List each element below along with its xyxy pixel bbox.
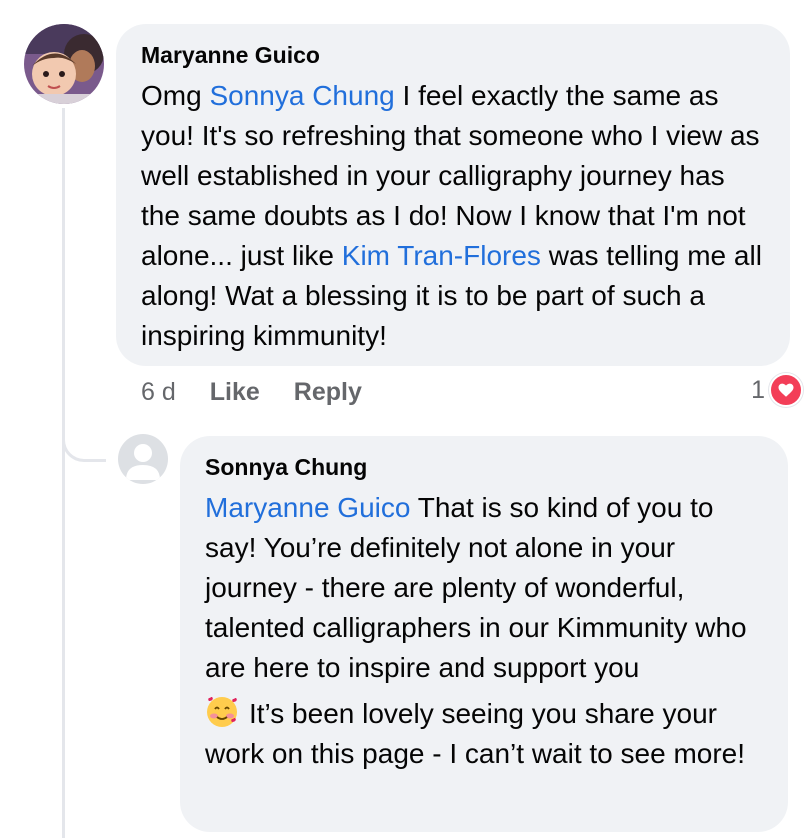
comment-text: Omg Sonnya Chung I feel exactly the same… xyxy=(141,76,765,356)
reply-bubble: Sonnya Chung Maryanne Guico That is so k… xyxy=(180,436,788,832)
thread-line xyxy=(62,108,65,838)
avatar[interactable] xyxy=(118,434,168,484)
comment-bubble: Maryanne Guico Omg Sonnya Chung I feel e… xyxy=(116,24,790,366)
comment-actions: 6 d Like Reply xyxy=(141,372,396,412)
reaction-summary[interactable]: 1 xyxy=(751,372,803,408)
heart-icon xyxy=(769,373,803,407)
reply-text: Maryanne Guico That is so kind of you to… xyxy=(205,488,763,688)
reply-author[interactable]: Sonnya Chung xyxy=(205,452,763,482)
mention-link[interactable]: Kim Tran-Flores xyxy=(342,240,541,271)
smiling-face-with-hearts-icon xyxy=(205,695,239,729)
avatar[interactable] xyxy=(24,24,104,104)
comment-text-segment: Omg xyxy=(141,80,210,111)
comment-timestamp[interactable]: 6 d xyxy=(141,378,176,407)
reply-connector xyxy=(62,410,106,462)
comment-author[interactable]: Maryanne Guico xyxy=(141,40,765,70)
reply-text-segment: It’s been lovely seeing you share your w… xyxy=(205,698,746,769)
mention-link[interactable]: Sonnya Chung xyxy=(209,80,394,111)
mention-link[interactable]: Maryanne Guico xyxy=(205,492,410,523)
reply-button[interactable]: Reply xyxy=(294,378,362,407)
like-button[interactable]: Like xyxy=(210,378,260,407)
reaction-count: 1 xyxy=(751,375,765,404)
reply-text-continued: It’s been lovely seeing you share your w… xyxy=(205,694,763,774)
